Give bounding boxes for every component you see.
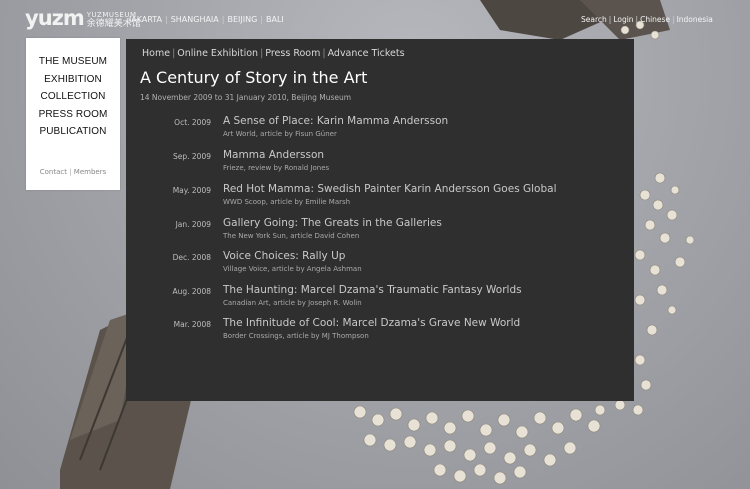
breadcrumb-advance-tickets[interactable]: Advance Tickets: [326, 48, 407, 59]
article-headline-link[interactable]: The Haunting: Marcel Dzama's Traumatic F…: [223, 284, 522, 296]
article-headline-link[interactable]: The Infinitude of Cool: Marcel Dzama's G…: [223, 317, 520, 329]
breadcrumb: Home | Online Exhibition | Press Room | Advanc…: [140, 48, 407, 59]
breadcrumb-online-exhibition[interactable]: Online Exhibition: [175, 48, 260, 59]
article-date: Jan. 2009: [175, 220, 211, 229]
nav-item-the-museum[interactable]: THE MUSEUM: [26, 53, 120, 71]
language-chinese-link[interactable]: Chinese: [638, 15, 672, 24]
article-source: Canadian Art, article by Joseph R. Wolin: [223, 299, 362, 307]
list-item: Aug. 2008 The Haunting: Marcel Dzama's T…: [126, 284, 634, 314]
article-headline-link[interactable]: Red Hot Mamma: Swedish Painter Karin And…: [223, 183, 557, 195]
article-source: Village Voice, article by Angela Ashman: [223, 265, 362, 273]
article-source: Frieze, review by Ronald Jones: [223, 164, 330, 172]
article-source: The New York Sun, article David Cohen: [223, 232, 360, 240]
article-source: Border Crossings, article by MJ Thompson: [223, 332, 369, 340]
nav-item-press-room[interactable]: PRESS ROOM: [26, 106, 120, 124]
nav-item-collection[interactable]: COLLECTION: [26, 88, 120, 106]
login-link[interactable]: Login: [611, 15, 635, 24]
list-item: Dec. 2008 Voice Choices: Rally Up Villag…: [126, 250, 634, 280]
list-item: Mar. 2008 The Infinitude of Cool: Marcel…: [126, 317, 634, 347]
city-link-beijing[interactable]: BEIJING: [224, 15, 260, 24]
list-item: Oct. 2009 A Sense of Place: Karin Mamma …: [126, 115, 634, 145]
page-title: A Century of Story in the Art: [140, 68, 368, 87]
breadcrumb-press-room[interactable]: Press Room: [263, 48, 322, 59]
language-indonesia-link[interactable]: Indonesia: [675, 15, 715, 24]
article-date: Oct. 2009: [174, 118, 211, 127]
article-date: Sep. 2009: [173, 152, 211, 161]
breadcrumb-home[interactable]: Home: [140, 48, 172, 59]
article-source: Art World, article by Fisun Güner: [223, 130, 337, 138]
article-headline-link[interactable]: Mamma Andersson: [223, 149, 324, 161]
article-source: WWD Scoop, article by Emilie Marsh: [223, 198, 351, 206]
city-link-jakarta[interactable]: JAKARTA: [126, 15, 165, 24]
utility-links: Search | Login | Chinese | Indonesia: [579, 15, 715, 24]
article-headline-link[interactable]: Gallery Going: The Greats in the Galleri…: [223, 217, 442, 229]
city-link-bali[interactable]: BALI: [263, 15, 287, 24]
article-headline-link[interactable]: A Sense of Place: Karin Mamma Andersson: [223, 115, 448, 127]
list-item: Sep. 2009 Mamma Andersson Frieze, review…: [126, 149, 634, 179]
yuz-museum-logo[interactable]: yuzm YUZMUSEUM 余德耀美术馆: [25, 8, 141, 29]
divider: |: [69, 168, 72, 176]
article-date: May. 2009: [172, 186, 211, 195]
members-link[interactable]: Members: [74, 168, 106, 176]
press-room-panel: Home | Online Exhibition | Press Room | Advanc…: [126, 39, 634, 401]
city-links: JAKARTA | SHANGHAIA | BEIJING | BALI: [126, 15, 287, 24]
search-link[interactable]: Search: [579, 15, 609, 24]
list-item: May. 2009 Red Hot Mamma: Swedish Painter…: [126, 183, 634, 213]
article-date: Mar. 2008: [173, 320, 211, 329]
contact-link[interactable]: Contact: [40, 168, 67, 176]
list-item: Jan. 2009 Gallery Going: The Greats in t…: [126, 217, 634, 247]
article-date: Aug. 2008: [172, 287, 212, 296]
nav-footer: Contact | Members: [26, 168, 120, 176]
article-date: Dec. 2008: [172, 253, 211, 262]
page-subtitle: 14 November 2009 to 31 January 2010, Bei…: [140, 93, 352, 102]
article-headline-link[interactable]: Voice Choices: Rally Up: [223, 250, 345, 262]
logo-wordmark: yuzm: [25, 6, 85, 30]
nav-item-exhibition[interactable]: EXHIBITION: [26, 71, 120, 89]
main-nav: THE MUSEUM EXHIBITION COLLECTION PRESS R…: [26, 38, 120, 190]
city-link-shanghai[interactable]: SHANGHAIA: [168, 15, 222, 24]
nav-item-publication[interactable]: PUBLICATION: [26, 123, 120, 141]
